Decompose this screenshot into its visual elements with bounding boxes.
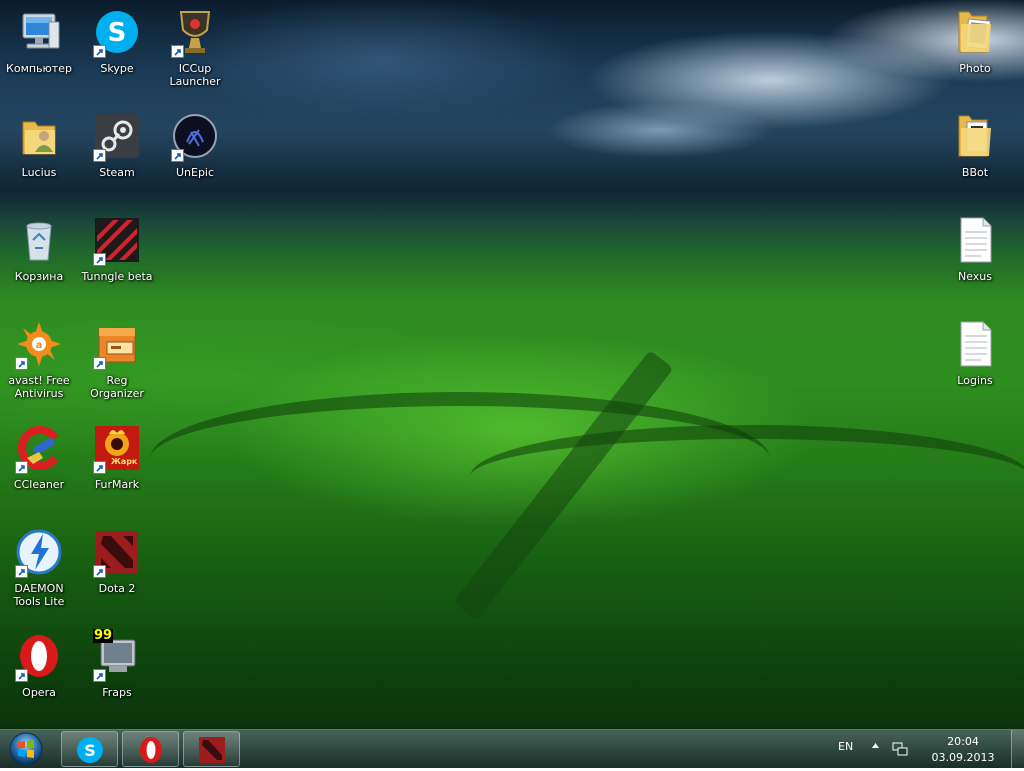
logins-file-desktop-icon[interactable]: Logins (936, 320, 1014, 387)
user-folder-icon (15, 112, 63, 160)
nexus-label: Nexus (957, 270, 992, 283)
steam-desktop-icon[interactable]: Steam (78, 112, 156, 179)
unepic-desktop-icon[interactable]: UnEpic (156, 112, 234, 179)
photo-label: Photo (959, 62, 991, 75)
clock-date[interactable]: 03.09.2013 (930, 751, 996, 764)
nexus-file-desktop-icon[interactable]: Nexus (936, 216, 1014, 283)
folder-icon (951, 8, 999, 56)
computer-icon (15, 8, 63, 56)
shortcut-arrow-icon (93, 253, 106, 266)
dota2-icon (93, 528, 141, 578)
shortcut-arrow-icon (15, 565, 28, 578)
opera-icon (140, 737, 162, 763)
iccup-icon (171, 8, 219, 58)
avast-label: avast! Free Antivirus (8, 374, 70, 400)
steam-icon (93, 112, 141, 162)
dota2-icon (199, 737, 225, 763)
fraps-desktop-icon[interactable]: 99 Fraps (78, 628, 156, 699)
reg-organizer-icon (93, 320, 141, 370)
taskbar-dota2-button[interactable] (183, 731, 240, 767)
shortcut-arrow-icon (15, 461, 28, 474)
daemon-tools-icon (15, 528, 63, 578)
steam-label: Steam (99, 166, 135, 179)
furmark-label: FurMark (94, 478, 140, 491)
lucius-desktop-icon[interactable]: Lucius (0, 112, 78, 179)
language-indicator[interactable]: EN (838, 740, 853, 753)
shortcut-arrow-icon (93, 45, 106, 58)
fraps-label: Fraps (102, 686, 132, 699)
clock-time[interactable]: 20:04 (938, 735, 988, 748)
photo-folder-desktop-icon[interactable]: Photo (936, 8, 1014, 75)
shortcut-arrow-icon (15, 357, 28, 370)
fraps-counter: 99 (93, 628, 114, 643)
bbot-label: BBot (961, 166, 989, 179)
shortcut-arrow-icon (93, 357, 106, 370)
ccleaner-label: CCleaner (13, 478, 65, 491)
shortcut-arrow-icon (93, 149, 106, 162)
daemon-tools-desktop-icon[interactable]: DAEMON Tools Lite (0, 528, 78, 608)
shortcut-arrow-icon (93, 669, 106, 682)
ccleaner-desktop-icon[interactable]: CCleaner (0, 424, 78, 491)
bbot-folder-desktop-icon[interactable]: BBot (936, 112, 1014, 179)
start-button[interactable] (6, 731, 46, 767)
folder-icon (951, 112, 999, 160)
logins-label: Logins (957, 374, 993, 387)
unepic-icon (171, 112, 219, 162)
desktop[interactable]: Компьютер Lucius Корзина a avast! Free A… (0, 0, 1024, 729)
show-hidden-icons-icon[interactable] (871, 742, 880, 749)
iccup-launcher-desktop-icon[interactable]: ICCup Launcher (156, 8, 234, 88)
reg-organizer-label: Reg Organizer (90, 374, 144, 400)
reg-organizer-desktop-icon[interactable]: Reg Organizer (78, 320, 156, 400)
shortcut-arrow-icon (93, 565, 106, 578)
recycle-bin-label: Корзина (14, 270, 64, 283)
dota2-desktop-icon[interactable]: Dota 2 (78, 528, 156, 595)
ccleaner-icon (15, 424, 63, 474)
skype-icon: S (93, 8, 141, 58)
taskbar-skype-button[interactable]: S (61, 731, 118, 767)
recycle-bin-icon (15, 216, 63, 264)
shortcut-arrow-icon (93, 461, 106, 474)
tunngle-icon (93, 216, 141, 266)
recycle-bin-desktop-icon[interactable]: Корзина (0, 216, 78, 283)
daemon-tools-label: DAEMON Tools Lite (13, 582, 65, 608)
furmark-desktop-icon[interactable]: Жарк FurMark (78, 424, 156, 491)
tunngle-label: Tunngle beta (81, 270, 153, 283)
network-icon[interactable] (892, 741, 908, 757)
svg-text:S: S (108, 18, 127, 48)
taskbar: S EN 20:04 03.09.2013 (0, 729, 1024, 768)
show-desktop-button[interactable] (1011, 730, 1024, 768)
furmark-icon: Жарк (93, 424, 141, 474)
opera-desktop-icon[interactable]: Opera (0, 632, 78, 699)
text-file-icon (951, 216, 999, 264)
opera-icon (15, 632, 63, 682)
tunngle-desktop-icon[interactable]: Tunngle beta (78, 216, 156, 283)
skype-desktop-icon[interactable]: S Skype (78, 8, 156, 75)
opera-label: Opera (22, 686, 56, 699)
computer-desktop-icon[interactable]: Компьютер (0, 8, 78, 75)
windows-orb-icon (9, 732, 43, 766)
dota2-label: Dota 2 (98, 582, 136, 595)
svg-text:a: a (36, 340, 43, 351)
taskbar-opera-button[interactable] (122, 731, 179, 767)
text-file-icon (951, 320, 999, 368)
avast-icon: a (15, 320, 63, 370)
skype-label: Skype (100, 62, 134, 75)
furmark-text: Жарк (111, 457, 138, 466)
fraps-icon: 99 (93, 628, 141, 682)
skype-icon: S (77, 737, 103, 763)
lucius-label: Lucius (21, 166, 57, 179)
unepic-label: UnEpic (175, 166, 215, 179)
shortcut-arrow-icon (15, 669, 28, 682)
computer-label: Компьютер (6, 62, 72, 75)
svg-text:S: S (84, 741, 96, 760)
avast-desktop-icon[interactable]: a avast! Free Antivirus (0, 320, 78, 400)
shortcut-arrow-icon (171, 45, 184, 58)
iccup-launcher-label: ICCup Launcher (169, 62, 221, 88)
shortcut-arrow-icon (171, 149, 184, 162)
